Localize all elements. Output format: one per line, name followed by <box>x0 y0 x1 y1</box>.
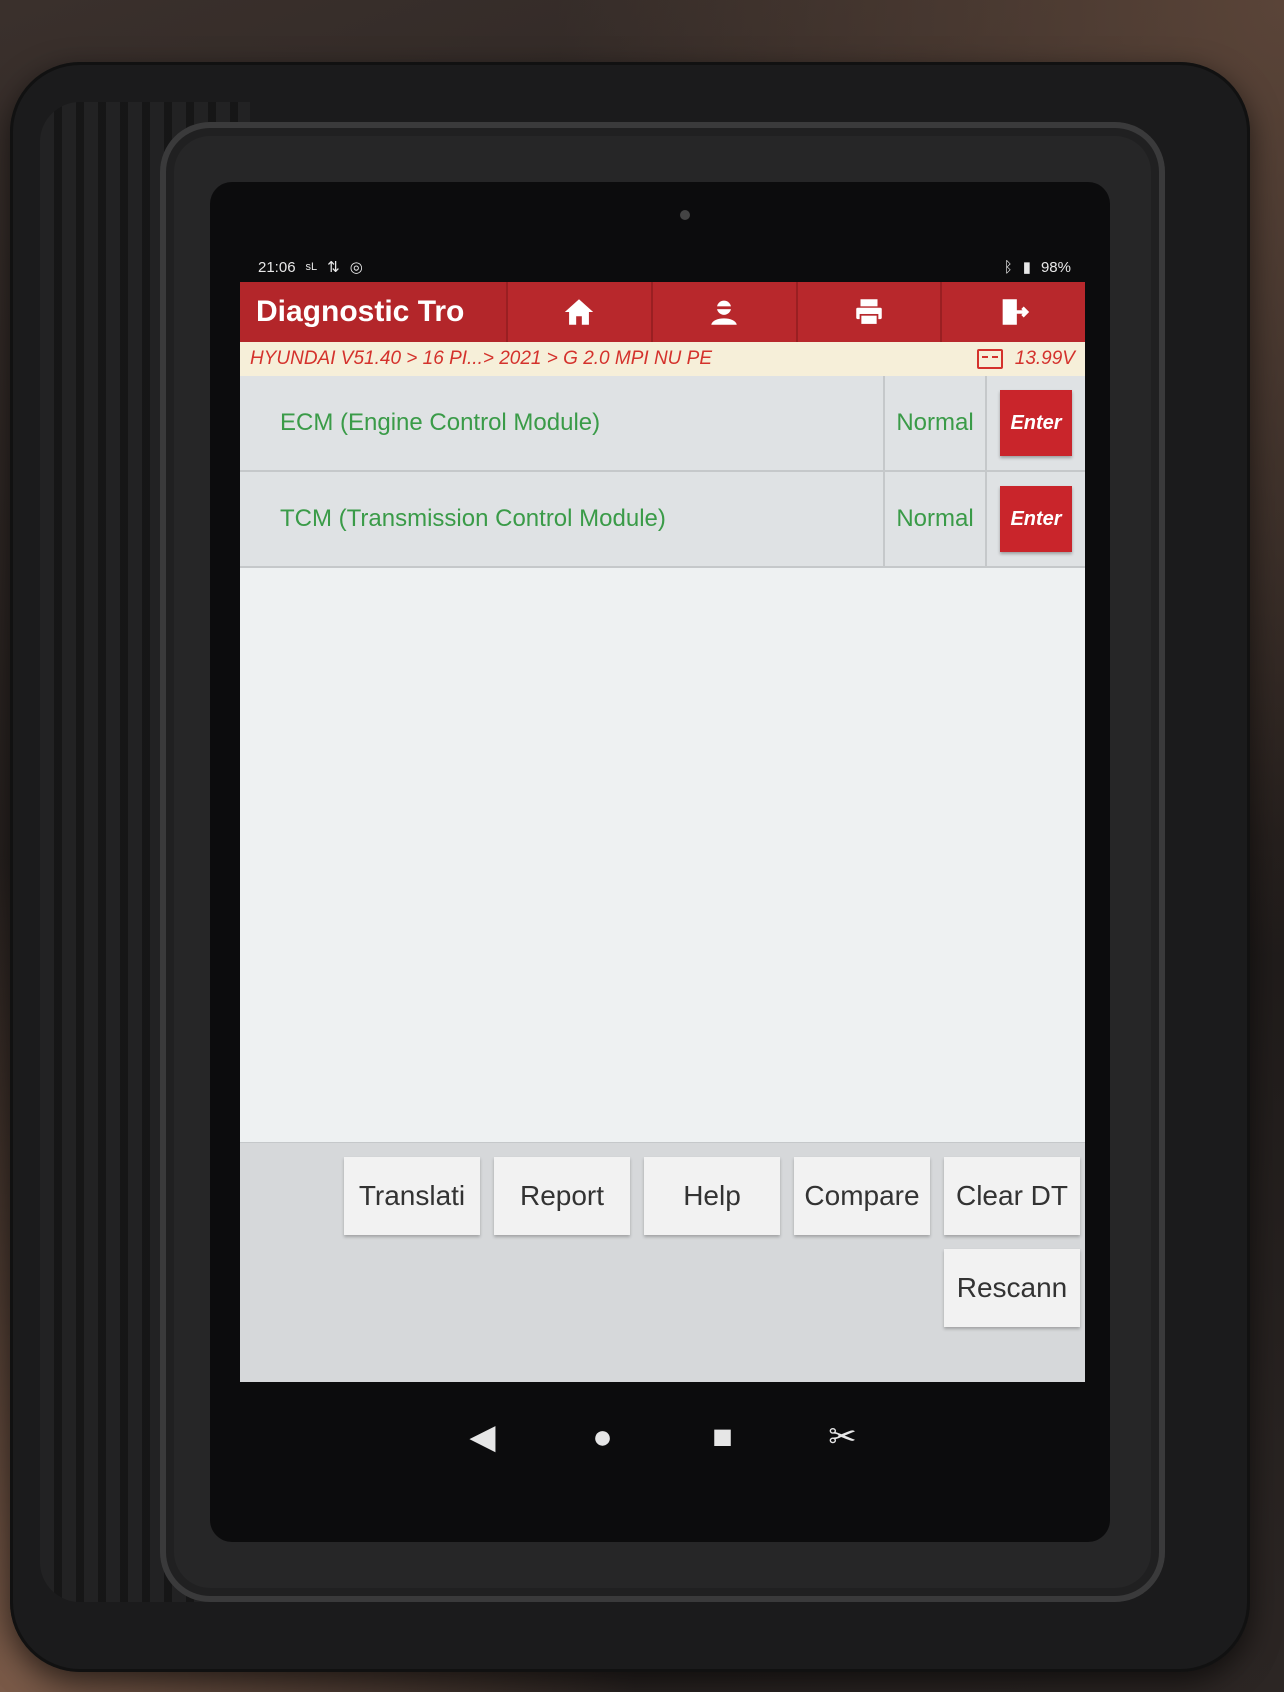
enter-button-tcm[interactable]: Enter <box>1000 486 1072 552</box>
help-button[interactable]: Help <box>644 1157 780 1235</box>
title-bar: Diagnostic Tro <box>240 282 1085 342</box>
module-status: Normal <box>885 472 987 566</box>
vehicle-battery-icon <box>976 349 1003 369</box>
back-icon[interactable]: ◀ <box>463 1417 503 1457</box>
android-nav-bar: ◀ ● ■ ✂ <box>240 1382 1085 1492</box>
battery-percent: 98% <box>1040 258 1071 276</box>
module-row-ecm: ECM (Engine Control Module) Normal Enter <box>240 376 1085 472</box>
module-row-tcm: TCM (Transmission Control Module) Normal… <box>240 472 1085 568</box>
enter-cell: Enter <box>987 472 1085 566</box>
enter-cell: Enter <box>987 376 1085 470</box>
clear-dtc-button[interactable]: Clear DT <box>944 1157 1080 1235</box>
usb-icon: ⇅ <box>327 259 340 276</box>
screenshot-icon[interactable]: ✂ <box>823 1417 863 1457</box>
module-status: Normal <box>885 376 987 470</box>
module-name: TCM (Transmission Control Module) <box>240 472 885 566</box>
voltage-readout: 13.99V <box>1014 348 1075 369</box>
tablet-bezel: 21:06 sL ⇅ ◎ ᛒ ▮ 98% Diagnostic Tro HYUN… <box>160 122 1165 1602</box>
battery-icon: ▮ <box>1022 259 1031 276</box>
enter-button-ecm[interactable]: Enter <box>1000 390 1072 456</box>
signal-text: sL <box>305 261 318 273</box>
status-bar: 21:06 sL ⇅ ◎ ᛒ ▮ 98% <box>240 252 1085 282</box>
compare-button[interactable]: Compare <box>794 1157 930 1235</box>
breadcrumb: HYUNDAI V51.40 > 16 PI...> 2021 > G 2.0 … <box>240 342 1085 376</box>
settings-circle-icon: ◎ <box>349 259 363 276</box>
rescan-button[interactable]: Rescann <box>944 1249 1080 1327</box>
exit-button[interactable] <box>940 282 1085 342</box>
empty-content-area <box>240 568 1085 1128</box>
module-name: ECM (Engine Control Module) <box>240 376 885 470</box>
exit-icon <box>1002 299 1029 325</box>
screen-glass: 21:06 sL ⇅ ◎ ᛒ ▮ 98% Diagnostic Tro HYUN… <box>210 182 1110 1542</box>
printer-icon <box>856 299 882 326</box>
home-icon <box>565 299 594 325</box>
recents-icon[interactable]: ■ <box>703 1418 743 1457</box>
home-button[interactable] <box>506 282 651 342</box>
app-screen: 21:06 sL ⇅ ◎ ᛒ ▮ 98% Diagnostic Tro HYUN… <box>240 252 1085 1382</box>
module-list: ECM (Engine Control Module) Normal Enter… <box>240 376 1085 568</box>
print-button[interactable] <box>795 282 941 342</box>
bluetooth-icon: ᛒ <box>1003 258 1013 276</box>
user-button[interactable] <box>650 282 796 342</box>
breadcrumb-path: HYUNDAI V51.40 > 16 PI...> 2021 > G 2.0 … <box>250 348 713 369</box>
front-camera <box>680 210 690 220</box>
page-title: Diagnostic Tro <box>256 295 465 328</box>
function-bar: Translati Report Help Compare Clear DT R… <box>240 1142 1085 1382</box>
translate-button[interactable]: Translati <box>344 1157 480 1235</box>
home-nav-icon[interactable]: ● <box>583 1418 623 1457</box>
status-time: 21:06 <box>258 258 296 276</box>
diagnostic-tablet: 21:06 sL ⇅ ◎ ᛒ ▮ 98% Diagnostic Tro HYUN… <box>10 62 1250 1672</box>
report-button[interactable]: Report <box>494 1157 630 1235</box>
user-icon <box>711 300 737 325</box>
